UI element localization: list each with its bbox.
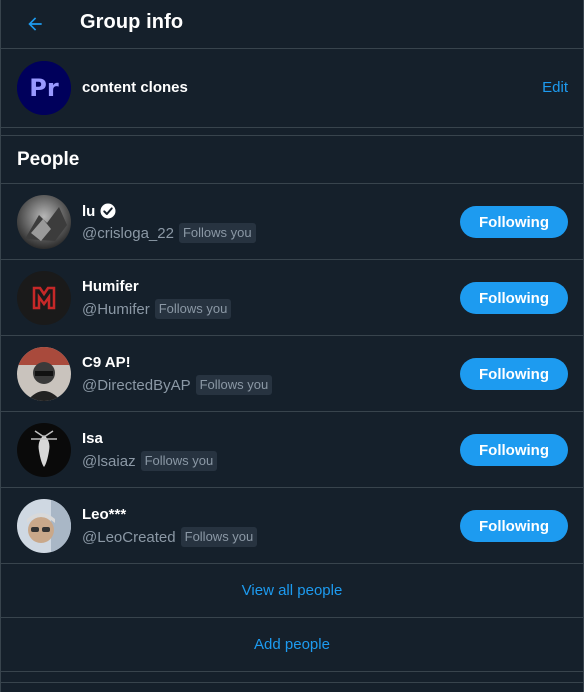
person-name: Isa	[82, 430, 103, 447]
person-handle-row: @LeoCreated Follows you	[82, 527, 258, 547]
edit-group-link[interactable]: Edit	[542, 79, 568, 96]
person-name: C9 AP!	[82, 354, 131, 371]
view-all-people-link[interactable]: View all people	[1, 564, 583, 618]
follows-you-badge: Follows you	[140, 451, 218, 471]
follows-you-badge: Follows you	[154, 299, 232, 319]
person-handle-row: @lsaiaz Follows you	[82, 451, 218, 471]
person-name-row: Isa	[82, 430, 103, 447]
verified-badge-icon	[100, 203, 116, 219]
avatar[interactable]	[17, 347, 71, 401]
arrow-left-icon	[28, 17, 42, 31]
premiere-logo-icon: Pr	[17, 61, 71, 115]
avatar[interactable]	[17, 423, 71, 477]
person-row[interactable]: Humifer @Humifer Follows you Following	[1, 260, 583, 336]
following-button[interactable]: Following	[460, 358, 568, 390]
person-row[interactable]: C9 AP! @DirectedByAP Follows you Followi…	[1, 336, 583, 412]
following-button[interactable]: Following	[460, 434, 568, 466]
people-section-header: People	[1, 136, 583, 184]
svg-text:Pr: Pr	[29, 74, 59, 102]
person-handle: @Humifer	[82, 300, 150, 318]
follows-you-badge: Follows you	[195, 375, 273, 395]
avatar[interactable]	[17, 499, 71, 553]
person-row[interactable]: Leo*** @LeoCreated Follows you Following	[1, 488, 583, 564]
person-handle-row: @crisloga_22 Follows you	[82, 223, 256, 243]
person-name: Humifer	[82, 278, 139, 295]
person-handle: @crisloga_22	[82, 224, 174, 242]
section-divider	[1, 128, 583, 136]
add-people-link[interactable]: Add people	[1, 618, 583, 672]
person-handle: @LeoCreated	[82, 528, 176, 546]
person-handle: @lsaiaz	[82, 452, 136, 470]
person-handle-row: @DirectedByAP Follows you	[82, 375, 273, 395]
bottom-divider	[1, 672, 583, 683]
group-info-panel: Group info Pr content clones Edit People	[0, 0, 584, 692]
person-name-row: lu	[82, 202, 117, 220]
person-name: lu	[82, 202, 96, 220]
person-name-row: C9 AP!	[82, 354, 131, 371]
person-row[interactable]: Isa @lsaiaz Follows you Following	[1, 412, 583, 488]
follows-you-badge: Follows you	[180, 527, 258, 547]
following-button[interactable]: Following	[460, 206, 568, 238]
back-button[interactable]	[21, 10, 49, 38]
person-row[interactable]: lu @crisloga_22 Follows you Following	[1, 184, 583, 260]
follows-you-badge: Follows you	[178, 223, 256, 243]
avatar[interactable]	[17, 271, 71, 325]
person-name-row: Leo***	[82, 506, 126, 523]
group-row: Pr content clones Edit	[1, 49, 583, 128]
page-title: Group info	[80, 11, 184, 33]
following-button[interactable]: Following	[460, 282, 568, 314]
person-name-row: Humifer	[82, 278, 139, 295]
person-handle: @DirectedByAP	[82, 376, 191, 394]
person-name: Leo***	[82, 506, 127, 523]
following-button[interactable]: Following	[460, 510, 568, 542]
header: Group info	[1, 0, 583, 49]
person-handle-row: @Humifer Follows you	[82, 299, 232, 319]
section-title: People	[17, 149, 80, 170]
group-avatar: Pr	[17, 61, 71, 115]
group-name: content clones	[82, 79, 188, 96]
avatar[interactable]	[17, 195, 71, 249]
